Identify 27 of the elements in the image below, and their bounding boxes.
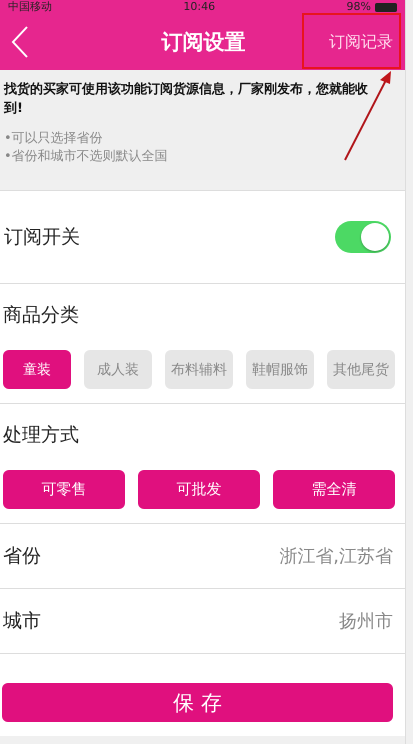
category-option[interactable]: 布料辅料: [165, 350, 233, 389]
field-value[interactable]: 扬州市: [339, 609, 393, 633]
switch-label: 订阅开关: [4, 225, 80, 250]
records-link[interactable]: 订阅记录: [325, 28, 397, 56]
notice-text: 找货的买家可使用该功能订阅货源信息，厂家刚发布，您就能收到!: [4, 80, 369, 118]
handling-option[interactable]: 需全清: [273, 470, 395, 509]
back-icon[interactable]: [10, 25, 30, 59]
category-option[interactable]: 其他尾货: [327, 350, 395, 389]
section-label: 商品分类: [3, 303, 80, 328]
status-time: 10:46: [183, 0, 216, 14]
page-title: 订阅设置: [162, 29, 246, 56]
tip-text: •可以只选择省份: [4, 130, 104, 148]
field-label: 省份: [3, 544, 41, 569]
handling-option[interactable]: 可零售: [3, 470, 125, 509]
category-option[interactable]: 成人装: [84, 350, 152, 389]
tip-text: •省份和城市不选则默认全国: [4, 148, 169, 166]
save-button[interactable]: 保 存: [2, 683, 393, 722]
carrier-text: 中国移动: [8, 0, 52, 14]
toggle-switch[interactable]: [335, 221, 391, 253]
battery-icon: [375, 2, 397, 12]
category-option[interactable]: 童装: [3, 350, 71, 389]
battery-text: 98%: [346, 0, 371, 14]
field-label: 城市: [3, 609, 41, 634]
category-option[interactable]: 鞋帽服饰: [246, 350, 314, 389]
section-label: 处理方式: [3, 423, 80, 448]
field-value[interactable]: 浙江省,江苏省: [279, 544, 393, 568]
handling-option[interactable]: 可批发: [138, 470, 260, 509]
